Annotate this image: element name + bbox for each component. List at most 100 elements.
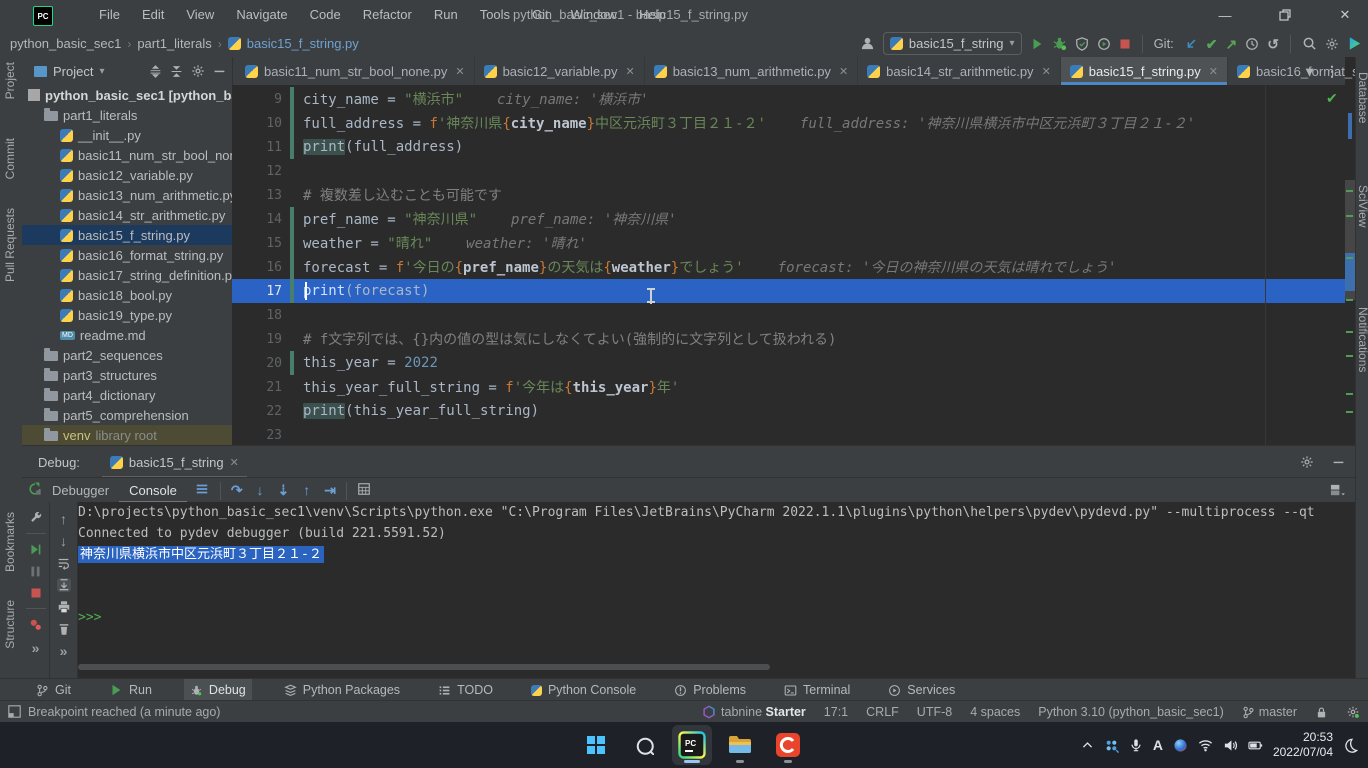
scroll-down-button[interactable]: ↓ [60, 534, 67, 548]
debug-console[interactable]: D:\projects\python_basic_sec1\venv\Scrip… [78, 502, 1355, 660]
settings-button[interactable] [1300, 455, 1314, 469]
toolwindow-python-console[interactable]: Python Console [525, 679, 642, 701]
camtasia-app[interactable] [768, 725, 808, 765]
tree-item-basic13-num-arithmetic-py[interactable]: basic13_num_arithmetic.py [22, 185, 232, 205]
settings-wrench-button[interactable] [29, 510, 43, 524]
code-line-15[interactable]: 15 weather = "晴れ" weather: '晴れ' [232, 231, 1345, 255]
step-into-button[interactable]: ↓ [257, 483, 264, 497]
console-hscrollbar-thumb[interactable] [78, 664, 770, 670]
view-breakpoints-button[interactable] [29, 618, 43, 632]
project-panel-title[interactable]: Project [53, 64, 93, 79]
volume-button[interactable] [1223, 738, 1238, 753]
git-branch-widget[interactable]: master [1242, 705, 1297, 719]
code-line-13[interactable]: 13 # 複数差し込むことも可能です [232, 183, 1345, 207]
commit-button[interactable]: ✔ [1206, 37, 1218, 51]
night-light-button[interactable] [1343, 738, 1358, 753]
toolwindow-debug[interactable]: Debug [184, 679, 252, 701]
pause-button[interactable] [29, 565, 42, 578]
menu-code[interactable]: Code [299, 0, 352, 30]
more-vertical-button[interactable]: ⋮ [1325, 64, 1339, 78]
step-out-button[interactable]: ↑ [303, 483, 310, 497]
close-icon[interactable]: ✕ [230, 456, 239, 469]
settings-button[interactable] [191, 64, 205, 78]
search-ball-button[interactable] [1173, 738, 1188, 753]
user-setup-button[interactable] [860, 36, 875, 51]
scroll-up-button[interactable]: ↑ [60, 512, 67, 526]
code-line-11[interactable]: 11 print(full_address) [232, 135, 1345, 159]
status-message[interactable]: Breakpoint reached (a minute ago) [28, 701, 220, 723]
push-button[interactable]: ↗ [1226, 37, 1238, 51]
menu-edit[interactable]: Edit [131, 0, 175, 30]
toolwindow-run[interactable]: Run [103, 679, 158, 701]
stripe-pull-requests[interactable]: Pull Requests [3, 208, 17, 282]
rerun-button[interactable] [28, 482, 42, 496]
ime-a-button[interactable]: A [1153, 737, 1163, 753]
hide-button[interactable] [1332, 456, 1345, 469]
tree-item-basic14-str-arithmetic-py[interactable]: basic14_str_arithmetic.py [22, 205, 232, 225]
run-to-cursor-button[interactable]: ⇥ [324, 483, 336, 497]
editor-tab-basic15-f-string-py[interactable]: basic15_f_string.py✕ [1061, 57, 1228, 85]
code-line-21[interactable]: 21 this_year_full_string = f'今年は{this_ye… [232, 375, 1345, 399]
toolwindow-git[interactable]: Git [30, 679, 77, 701]
hide-button[interactable] [213, 65, 226, 78]
more-button[interactable]: » [60, 644, 68, 658]
tabnine-widget[interactable]: tabnine Starter [702, 705, 806, 719]
caret-position-widget[interactable]: 17:1 [824, 705, 848, 719]
stop-button[interactable] [1119, 38, 1131, 50]
stripe-project[interactable]: Project [3, 62, 17, 99]
stripe-database[interactable]: Database [1356, 72, 1368, 123]
close-icon[interactable]: ✕ [625, 65, 634, 78]
tray-expand-button[interactable] [1081, 739, 1094, 752]
tree-item-basic18-bool-py[interactable]: basic18_bool.py [22, 285, 232, 305]
stop-button[interactable] [30, 587, 42, 599]
debug-tab-console[interactable]: Console [119, 478, 187, 503]
debug-session-tab[interactable]: basic15_f_string✕ [102, 446, 247, 478]
code-editor[interactable]: 9 city_name = "横浜市" city_name: '横浜市' 10 … [232, 85, 1345, 445]
code-line-10[interactable]: 10 full_address = f'神奈川県{city_name}中区元浜町… [232, 111, 1345, 135]
toolwindow-todo[interactable]: TODO [432, 679, 499, 701]
expand-all-button[interactable] [149, 65, 162, 78]
force-step-into-button[interactable]: ⇣ [278, 483, 290, 497]
tree-item-part2-sequences[interactable]: part2_sequences [22, 345, 232, 365]
tree-item-venv[interactable]: venv library root [22, 425, 232, 445]
battery-button[interactable] [1248, 738, 1263, 753]
search-everywhere-button[interactable] [1302, 36, 1317, 51]
menu-view[interactable]: View [175, 0, 225, 30]
code-line-17[interactable]: 17 print(forecast) [232, 279, 1345, 303]
close-icon[interactable]: ✕ [455, 65, 464, 78]
menu-refactor[interactable]: Refactor [352, 0, 423, 30]
breadcrumb-item[interactable]: python_basic_sec1 [10, 36, 121, 51]
history-button[interactable] [1245, 37, 1259, 51]
settings-button[interactable] [1325, 37, 1339, 51]
gear-badge-button[interactable] [1346, 705, 1360, 719]
pycharm-app[interactable]: PC [672, 725, 712, 765]
rollback-button[interactable]: ↺ [1267, 37, 1279, 51]
resume-button[interactable] [29, 543, 42, 556]
tool-windows-toggle-icon[interactable] [8, 705, 21, 721]
editor-tab-basic11-num-str-bool-none-py[interactable]: basic11_num_str_bool_none.py✕ [236, 57, 475, 85]
start-button[interactable] [576, 725, 616, 765]
update-button[interactable] [1184, 37, 1198, 51]
code-line-16[interactable]: 16 forecast = f'今日の{pref_name}の天気は{weath… [232, 255, 1345, 279]
soft-wrap-button[interactable] [57, 556, 71, 570]
lock-button[interactable] [1315, 706, 1328, 719]
tree-item-readme-md[interactable]: MDreadme.md [22, 325, 232, 345]
stripe-notifications[interactable]: Notifications [1356, 307, 1368, 372]
close-icon[interactable]: ✕ [839, 65, 848, 78]
code-line-20[interactable]: 20 this_year = 2022 [232, 351, 1345, 375]
encoding-widget[interactable]: UTF-8 [917, 705, 952, 719]
code-line-23[interactable]: 23 [232, 423, 1345, 445]
tree-item--init-py[interactable]: __init__.py [22, 125, 232, 145]
code-line-22[interactable]: 22 print(this_year_full_string) [232, 399, 1345, 423]
tree-root[interactable]: python_basic_sec1 [python_basic] D:¥ [22, 85, 232, 105]
tree-item-basic19-type-py[interactable]: basic19_type.py [22, 305, 232, 325]
clear-button[interactable] [57, 622, 71, 636]
breadcrumb-file[interactable]: basic15_f_string.py [247, 36, 359, 51]
toolwindow-services[interactable]: Services [882, 679, 961, 701]
step-over-button[interactable]: ↷ [231, 483, 243, 497]
minimize-button[interactable]: — [1210, 0, 1240, 30]
coverage-button[interactable] [1075, 37, 1089, 51]
tree-item-basic16-format-string-py[interactable]: basic16_format_string.py [22, 245, 232, 265]
ai-plugin-button[interactable] [1347, 36, 1362, 51]
scroll-to-end-button[interactable] [57, 578, 71, 592]
